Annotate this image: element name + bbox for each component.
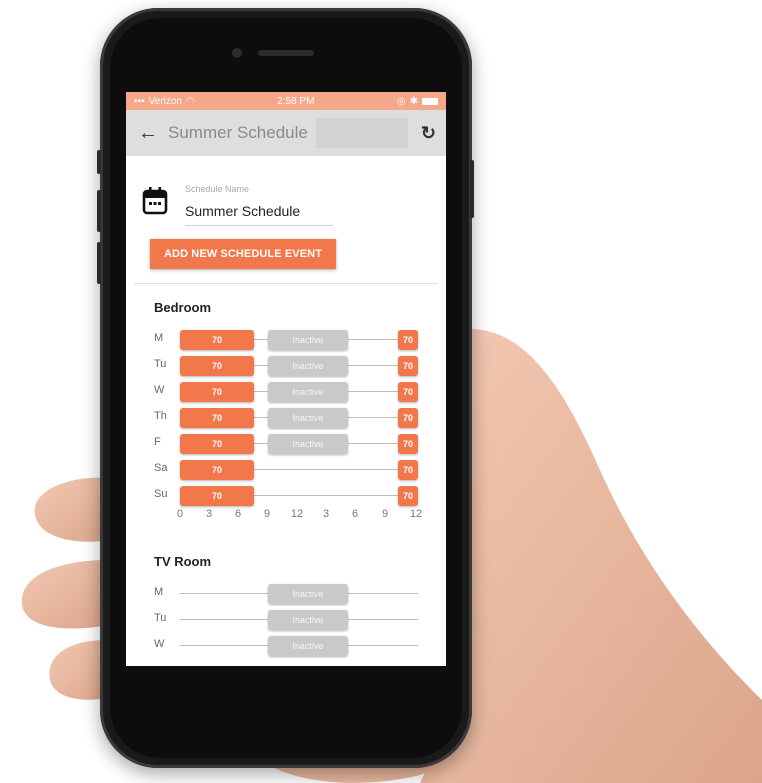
- axis-tick-label: 6: [234, 508, 242, 520]
- axis-tick-label: 12: [409, 508, 423, 520]
- temperature-segment[interactable]: 70: [180, 356, 254, 376]
- arrow-left-icon[interactable]: ←: [138, 122, 160, 145]
- power-button: [470, 160, 474, 218]
- schedule-day-row[interactable]: Th 70 Inactive 70: [154, 408, 424, 428]
- day-label: Tu: [154, 358, 167, 370]
- schedule-day-row[interactable]: M Inactive: [154, 584, 424, 604]
- rooms-container: Bedroom M 70 Inactive 70 Tu 70 Inactive 70 W 70 Ina…: [126, 284, 446, 666]
- axis-tick-label: 6: [351, 508, 359, 520]
- location-icon: ◎: [396, 95, 406, 107]
- status-bar: ▪▪▪ Verizon ◠ 2:58 PM ◎ ✱: [126, 92, 446, 110]
- axis-tick-label: 9: [263, 508, 271, 520]
- app-bar: ← Summer Schedule ↻: [126, 110, 446, 156]
- schedule-name-field[interactable]: Schedule Name Summer Schedule: [185, 184, 333, 226]
- app-bar-shade: [316, 118, 408, 148]
- inactive-segment[interactable]: Inactive: [268, 408, 348, 428]
- schedule-name-label: Schedule Name: [185, 184, 250, 194]
- day-label: Sa: [154, 462, 168, 474]
- temperature-segment[interactable]: 70: [180, 408, 254, 428]
- day-label: M: [154, 332, 164, 344]
- inactive-segment[interactable]: Inactive: [268, 382, 348, 402]
- signal-icon: ▪▪▪: [134, 95, 145, 107]
- carrier-label: Verizon: [148, 95, 182, 107]
- volume-down-button: [97, 242, 101, 284]
- schedule-day-row[interactable]: Tu 70 Inactive 70: [154, 356, 424, 376]
- axis-tick-label: 3: [322, 508, 330, 520]
- temperature-segment[interactable]: 70: [180, 460, 254, 480]
- day-label: Tu: [154, 612, 167, 624]
- time-axis: 0 3 6 9 12 3 6 9 12: [154, 508, 422, 522]
- schedule-day-row[interactable]: W Inactive: [154, 636, 424, 656]
- inactive-segment[interactable]: Inactive: [268, 584, 348, 604]
- schedule-day-row[interactable]: W 70 Inactive 70: [154, 382, 424, 402]
- battery-icon: [421, 97, 438, 105]
- schedule-day-row[interactable]: Tu Inactive: [154, 610, 424, 630]
- temperature-segment[interactable]: 70: [180, 434, 254, 454]
- temperature-segment[interactable]: 70: [180, 330, 254, 350]
- status-time: 2:58 PM: [277, 95, 315, 107]
- front-camera: [232, 48, 242, 58]
- temperature-segment[interactable]: 70: [398, 434, 418, 454]
- temperature-segment[interactable]: 70: [398, 486, 418, 506]
- add-schedule-event-button[interactable]: ADD NEW SCHEDULE EVENT: [150, 239, 337, 269]
- volume-up-button: [97, 190, 101, 232]
- inactive-segment[interactable]: Inactive: [268, 434, 348, 454]
- inactive-segment[interactable]: Inactive: [268, 636, 348, 656]
- day-label: W: [154, 638, 165, 650]
- axis-tick-label: 0: [176, 508, 184, 520]
- volume-button: [97, 150, 101, 174]
- day-label: Su: [154, 488, 168, 500]
- inactive-segment[interactable]: Inactive: [268, 330, 348, 350]
- room-title: TV Room: [154, 554, 212, 569]
- day-label: F: [154, 436, 161, 448]
- inactive-segment[interactable]: Inactive: [268, 610, 348, 630]
- axis-tick-label: 12: [290, 508, 304, 520]
- room-title: Bedroom: [154, 300, 212, 315]
- calendar-icon: [142, 187, 168, 215]
- day-label: Th: [154, 410, 167, 422]
- axis-tick-label: 9: [381, 508, 389, 520]
- earpiece-speaker: [258, 50, 314, 56]
- wifi-icon: ◠: [186, 95, 195, 107]
- temperature-segment[interactable]: 70: [398, 460, 418, 480]
- temperature-segment[interactable]: 70: [180, 486, 254, 506]
- schedule-name-input[interactable]: Summer Schedule: [185, 196, 333, 226]
- refresh-icon[interactable]: ↻: [421, 123, 436, 144]
- schedule-day-row[interactable]: Su 70 70: [154, 486, 424, 506]
- temperature-segment[interactable]: 70: [398, 382, 418, 402]
- temperature-segment[interactable]: 70: [398, 330, 418, 350]
- temperature-segment[interactable]: 70: [398, 356, 418, 376]
- inactive-segment[interactable]: Inactive: [268, 356, 348, 376]
- schedule-content: Schedule Name Summer Schedule ADD NEW SC…: [126, 156, 446, 666]
- temperature-segment[interactable]: 70: [180, 382, 254, 402]
- bluetooth-icon: ✱: [409, 95, 418, 107]
- temperature-segment[interactable]: 70: [398, 408, 418, 428]
- schedule-name-row: Schedule Name Summer Schedule: [126, 156, 446, 226]
- day-label: M: [154, 586, 164, 598]
- schedule-day-row[interactable]: Sa 70 70: [154, 460, 424, 480]
- day-label: W: [154, 384, 165, 396]
- axis-tick-label: 3: [205, 508, 213, 520]
- schedule-day-row[interactable]: F 70 Inactive 70: [154, 434, 424, 454]
- app-screen: ▪▪▪ Verizon ◠ 2:58 PM ◎ ✱ ← Summer Sched…: [126, 92, 446, 666]
- schedule-day-row[interactable]: M 70 Inactive 70: [154, 330, 424, 350]
